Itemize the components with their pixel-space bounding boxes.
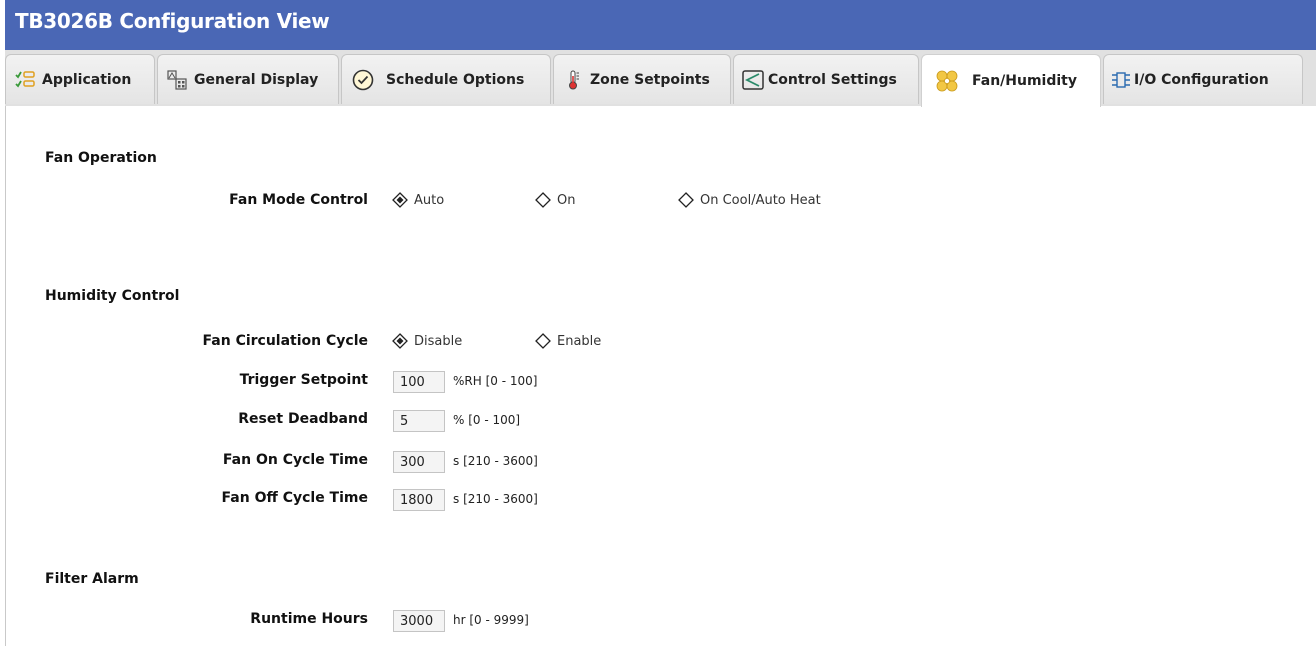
radio-label: Auto — [414, 192, 445, 208]
radio-label: Enable — [557, 333, 602, 349]
reset-deadband-label: Reset Deadband — [238, 411, 368, 427]
circulation-enable-radio[interactable]: Enable — [535, 333, 601, 349]
fan-circulation-cycle-label: Fan Circulation Cycle — [202, 333, 368, 349]
fan-mode-on-radio[interactable]: On — [535, 192, 575, 208]
radio-label: On Cool/Auto Heat — [700, 192, 821, 208]
reset-deadband-range: % [0 - 100] — [453, 413, 521, 427]
title-bar: TB3026B Configuration View — [5, 0, 1316, 50]
tab-zone-setpoints[interactable]: Zone Setpoints — [553, 54, 731, 104]
trigger-setpoint-input[interactable] — [393, 371, 445, 393]
tab-label: Fan/Humidity — [972, 73, 1077, 89]
tab-label: Control Settings — [768, 71, 897, 88]
tab-control-settings[interactable]: Control Settings — [733, 54, 919, 104]
window-title: TB3026B Configuration View — [15, 9, 330, 33]
fan-mode-on-cool-auto-heat-radio[interactable]: On Cool/Auto Heat — [678, 192, 821, 208]
tab-fan-humidity[interactable]: Fan/Humidity — [921, 54, 1101, 107]
tab-general-display[interactable]: General Display — [157, 54, 339, 104]
reset-deadband-input[interactable] — [393, 410, 445, 432]
runtime-hours-input[interactable] — [393, 610, 445, 632]
trigger-setpoint-label: Trigger Setpoint — [239, 372, 368, 388]
fan-off-cycle-time-label: Fan Off Cycle Time — [221, 490, 368, 506]
circulation-disable-radio[interactable]: Disable — [392, 333, 462, 349]
tab-strip: Application General Display Schedule Opt… — [5, 50, 1316, 107]
fan-mode-auto-radio[interactable]: Auto — [392, 192, 444, 208]
tab-label: Zone Setpoints — [590, 71, 710, 88]
fan-on-cycle-time-range: s [210 - 3600] — [453, 454, 538, 468]
tab-application[interactable]: Application — [5, 54, 155, 104]
fan-on-cycle-time-input[interactable] — [393, 451, 445, 473]
tab-content-fan-humidity: Fan Operation Fan Mode Control Auto On O… — [5, 106, 1316, 646]
tab-label: I/O Configuration — [1134, 71, 1269, 88]
tab-schedule-options[interactable]: Schedule Options — [341, 54, 551, 104]
clock-check-icon — [352, 69, 374, 91]
section-heading-humidity-control: Humidity Control — [45, 288, 180, 304]
radio-label: On — [557, 192, 576, 208]
trigger-setpoint-range: %RH [0 - 100] — [453, 374, 538, 388]
display-icon — [166, 69, 188, 91]
section-heading-fan-operation: Fan Operation — [45, 150, 157, 166]
radio-unselected-icon — [535, 333, 551, 349]
thermometer-icon — [566, 69, 582, 91]
tab-label: Application — [42, 71, 132, 88]
section-heading-filter-alarm: Filter Alarm — [45, 571, 139, 587]
tab-io-configuration[interactable]: I/O Configuration — [1103, 54, 1303, 104]
radio-unselected-icon — [535, 192, 551, 208]
checklist-icon — [14, 69, 36, 91]
radio-selected-icon — [392, 333, 408, 349]
radio-selected-icon — [392, 192, 408, 208]
fan-on-cycle-time-label: Fan On Cycle Time — [222, 452, 368, 468]
fan-off-cycle-time-input[interactable] — [393, 489, 445, 511]
control-chart-icon — [742, 69, 764, 91]
fan-mode-control-label: Fan Mode Control — [229, 192, 368, 208]
tab-label: General Display — [194, 71, 319, 88]
fan-off-cycle-time-range: s [210 - 3600] — [453, 492, 538, 506]
radio-label: Disable — [414, 333, 463, 349]
tab-label: Schedule Options — [386, 71, 525, 88]
runtime-hours-range: hr [0 - 9999] — [453, 613, 529, 627]
runtime-hours-label: Runtime Hours — [250, 611, 368, 627]
fan-icon — [936, 70, 958, 92]
io-config-icon — [1110, 69, 1132, 91]
radio-unselected-icon — [678, 192, 694, 208]
